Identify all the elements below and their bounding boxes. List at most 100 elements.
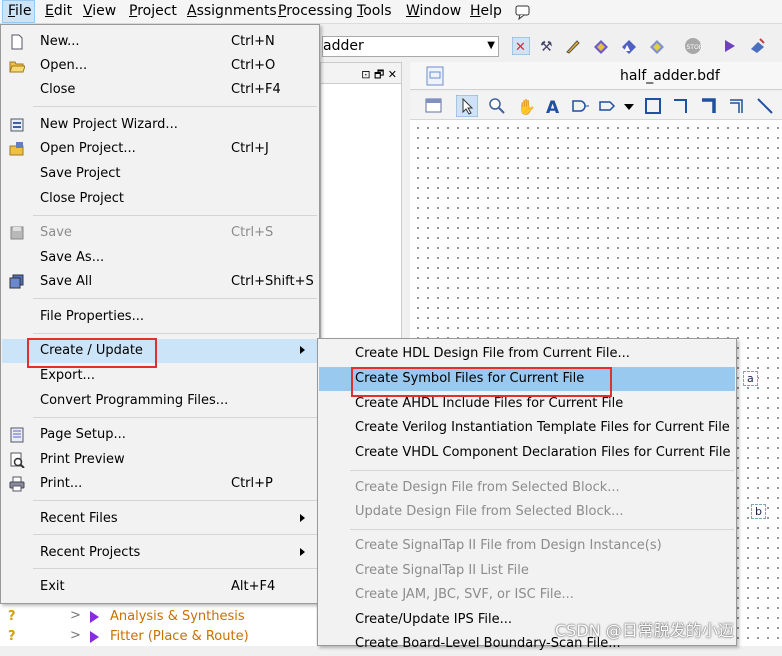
stop-icon[interactable]: STOP: [684, 37, 702, 55]
menu-window[interactable]: Window: [406, 3, 461, 19]
submenu-item-create-vhdl-component[interactable]: Create VHDL Component Declaration Files …: [319, 441, 735, 465]
separator: [33, 298, 317, 299]
editor-tabbar: half_adder.bdf: [410, 62, 782, 90]
menu-tools[interactable]: Tools: [357, 3, 392, 19]
project-navigator-panel: [320, 62, 402, 342]
open-project-icon: [9, 142, 24, 156]
wizard-icon: [10, 118, 24, 132]
watermark: CSDN @日常脱发的小迈: [555, 621, 734, 640]
menu-edit[interactable]: Edit: [45, 3, 72, 19]
menu-item-recent-projects[interactable]: Recent Projects: [2, 541, 318, 565]
chevron-right-icon[interactable]: >: [70, 608, 81, 623]
close-icon[interactable]: ✕: [388, 68, 397, 81]
separator: [33, 500, 317, 501]
input-pin-b[interactable]: b: [751, 504, 766, 519]
menu-help[interactable]: Help: [470, 3, 502, 19]
menu-item-recent-files[interactable]: Recent Files: [2, 507, 318, 531]
fitter-icon[interactable]: [648, 37, 666, 55]
menu-processing[interactable]: Processing: [278, 3, 353, 19]
menu-item-export[interactable]: Export...: [2, 364, 318, 388]
svg-text:✕: ✕: [515, 40, 526, 55]
menu-item-new-project-wizard[interactable]: New Project Wizard...: [2, 113, 318, 137]
chevron-right-icon[interactable]: >: [70, 628, 81, 643]
menu-item-exit[interactable]: Exit Alt+F4: [2, 575, 318, 599]
open-folder-icon: [9, 61, 25, 73]
task-analysis-synthesis[interactable]: ? > Analysis & Synthesis: [0, 607, 316, 627]
start-icon[interactable]: [720, 37, 738, 55]
menu-item-file-properties[interactable]: File Properties...: [2, 305, 318, 329]
menu-project[interactable]: Project: [129, 3, 177, 19]
project-combo[interactable]: adder ▼: [322, 36, 499, 57]
submenu-item-create-design-file-from-block: Create Design File from Selected Block..…: [355, 480, 620, 495]
submenu-arrow-icon: [300, 548, 305, 556]
page-setup-icon: [10, 427, 24, 443]
compile-icon[interactable]: [592, 37, 610, 55]
analyze-icon[interactable]: ▲: [620, 37, 638, 55]
separator: [33, 333, 317, 334]
block-editor-toolbar: ✋ A: [410, 92, 782, 120]
orthogonal-node-tool-icon[interactable]: [672, 97, 690, 115]
svg-text:A: A: [546, 98, 560, 115]
symbol-tool-icon[interactable]: [570, 97, 590, 115]
menu-item-page-setup[interactable]: Page Setup...: [2, 423, 318, 447]
menu-item-close[interactable]: Close Ctrl+F4: [2, 78, 318, 102]
menu-item-open[interactable]: Open... Ctrl+O: [2, 54, 318, 78]
menu-item-open-project[interactable]: Open Project... Ctrl+J: [2, 137, 318, 161]
file-menu: New... Ctrl+N Open... Ctrl+O Close Ctrl+…: [0, 24, 320, 604]
menu-assignments[interactable]: Assignments: [187, 3, 277, 19]
programmer-icon[interactable]: [748, 37, 766, 55]
pin-dropdown-icon[interactable]: [622, 97, 636, 115]
rectangle-tool-icon[interactable]: [644, 97, 662, 115]
menu-item-convert-programming-files[interactable]: Convert Programming Files...: [2, 389, 318, 413]
editor-tab-title[interactable]: half_adder.bdf: [620, 68, 720, 84]
menu-item-save-project[interactable]: Save Project: [2, 162, 318, 186]
submenu-item-update-design-file-from-block: Update Design File from Selected Block..…: [355, 504, 624, 519]
status-unknown-icon: ?: [8, 609, 16, 624]
printer-icon: [9, 476, 25, 492]
text-tool-icon[interactable]: A: [544, 97, 562, 115]
submenu-item-create-signaltap-file: Create SignalTap II File from Design Ins…: [355, 538, 662, 553]
menu-view[interactable]: View: [83, 3, 116, 19]
input-pin-a[interactable]: a: [743, 371, 758, 386]
help-balloon-icon[interactable]: [514, 4, 532, 20]
pin-tool-icon[interactable]: [598, 97, 618, 115]
pin-planner-icon[interactable]: ⚒: [538, 37, 556, 55]
float-icon[interactable]: 🗗: [374, 68, 384, 81]
pin-icon[interactable]: ⊡: [361, 68, 370, 81]
menu-item-save-all[interactable]: Save All Ctrl+Shift+S: [2, 270, 318, 294]
orthogonal-bus-tool-icon[interactable]: [700, 97, 718, 115]
submenu-item-create-verilog-template[interactable]: Create Verilog Instantiation Template Fi…: [319, 416, 735, 440]
save-disk-icon: [10, 226, 24, 240]
submenu-item-create-hdl-design-file[interactable]: Create HDL Design File from Current File…: [319, 342, 735, 366]
submenu-item-create-ahdl-include-files[interactable]: Create AHDL Include Files for Current Fi…: [319, 392, 735, 416]
pencil-icon[interactable]: [564, 37, 582, 55]
detach-window-icon[interactable]: [424, 97, 444, 115]
menu-item-print[interactable]: Print... Ctrl+P: [2, 472, 318, 496]
svg-text:STOP: STOP: [687, 44, 703, 51]
stop-compile-icon[interactable]: ✕: [512, 37, 530, 55]
separator: [33, 568, 317, 569]
menu-item-save-as[interactable]: Save As...: [2, 246, 318, 270]
menu-item-close-project[interactable]: Close Project: [2, 187, 318, 211]
submenu-item-create-signaltap-list: Create SignalTap II List File: [355, 563, 529, 578]
zoom-tool-icon[interactable]: [488, 97, 506, 115]
bdf-file-icon: [426, 66, 444, 86]
svg-text:▲: ▲: [624, 43, 631, 52]
menu-file[interactable]: File: [2, 0, 35, 23]
start-task-icon[interactable]: [90, 611, 99, 623]
separator: [33, 106, 317, 107]
tasks-panel: ? > Analysis & Synthesis ? > Fitter (Pla…: [0, 602, 316, 646]
separator: [350, 529, 734, 530]
menu-item-new[interactable]: New... Ctrl+N: [2, 30, 318, 54]
submenu-arrow-icon: [300, 514, 305, 522]
selection-tool-icon[interactable]: [456, 95, 478, 117]
menu-item-print-preview[interactable]: Print Preview: [2, 448, 318, 472]
separator: [33, 215, 317, 216]
start-task-icon[interactable]: [90, 631, 99, 643]
diagonal-line-tool-icon[interactable]: [756, 97, 774, 115]
orthogonal-conduit-tool-icon[interactable]: [728, 97, 746, 115]
menubar: File Edit View Project Assignments Proce…: [0, 0, 782, 24]
task-fitter[interactable]: ? > Fitter (Place & Route): [0, 627, 316, 647]
hand-tool-icon[interactable]: ✋: [516, 97, 534, 115]
separator: [350, 470, 734, 471]
